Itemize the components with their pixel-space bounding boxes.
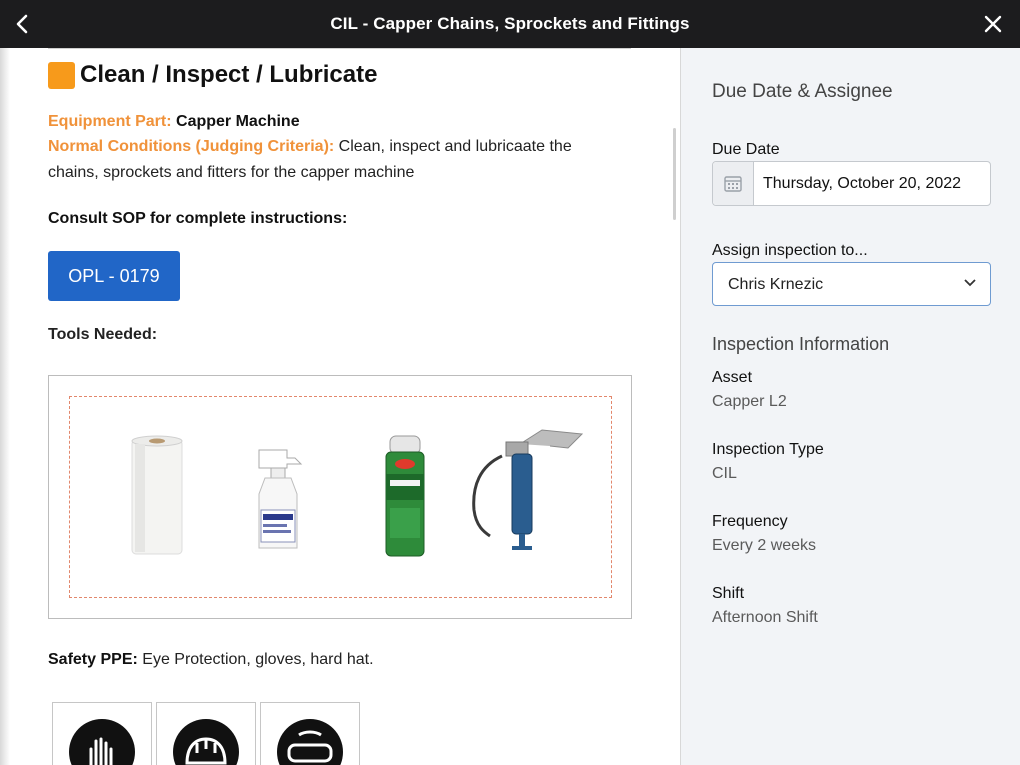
assignee-value: Chris Krnezic	[728, 276, 824, 293]
close-icon[interactable]	[980, 11, 1006, 37]
equipment-part: Equipment Part: Capper Machine	[48, 113, 300, 130]
gloves-icon	[69, 719, 135, 765]
shift-value: Afternoon Shift	[712, 609, 818, 626]
info-heading: Inspection Information	[712, 334, 890, 354]
tools-image	[48, 375, 632, 619]
asset-label: Asset	[712, 369, 753, 386]
modal-title: CIL - Capper Chains, Sprockets and Fitti…	[330, 14, 690, 33]
tools-label: Tools Needed:	[48, 326, 158, 343]
opl-button[interactable]: OPL - 0179	[48, 251, 180, 301]
due-date-value: Thursday, October 20, 2022	[763, 175, 962, 192]
frequency-value: Every 2 weeks	[712, 537, 817, 554]
chevron-down-icon	[964, 279, 976, 287]
chain-lube-can	[385, 435, 425, 557]
task-details-panel: Clean / Inspect / Lubricate Equipment Pa…	[0, 48, 680, 765]
calendar-icon	[724, 176, 742, 192]
frequency-label: Frequency	[712, 513, 788, 530]
grease-gun	[472, 429, 584, 550]
sop-text: Consult SOP for complete instructions:	[48, 210, 348, 227]
due-heading: Due Date & Assignee	[712, 81, 893, 102]
normal-conditions: Normal Conditions (Judging Criteria): Cl…	[48, 138, 572, 181]
scrollbar[interactable]	[673, 128, 676, 220]
due-date-label: Due Date	[712, 141, 780, 158]
inspection-type-label: Inspection Type	[712, 441, 824, 458]
assignee-select[interactable]: Chris Krnezic	[712, 262, 991, 306]
paper-towel-roll	[131, 435, 183, 555]
assign-label: Assign inspection to...	[712, 242, 868, 259]
hard-hat-icon	[173, 719, 239, 765]
orange-square-icon	[48, 61, 75, 89]
ppe-hard-hat	[156, 702, 256, 765]
assignment-sidebar: Due Date & Assignee Due Date Thursday, O…	[680, 48, 1020, 765]
top-bar: CIL - Capper Chains, Sprockets and Fitti…	[0, 0, 1020, 48]
divider	[48, 48, 631, 49]
inspection-type-value: CIL	[712, 465, 737, 482]
safety-ppe: Safety PPE: Eye Protection, gloves, hard…	[48, 651, 374, 668]
task-heading: Clean / Inspect / Lubricate	[48, 61, 377, 89]
shift-label: Shift	[712, 585, 745, 602]
ppe-goggles	[260, 702, 360, 765]
ppe-gloves	[52, 702, 152, 765]
safety-goggles-icon	[277, 719, 343, 765]
asset-value: Capper L2	[712, 393, 787, 410]
due-date-field[interactable]: Thursday, October 20, 2022	[712, 161, 991, 206]
spray-bottle	[258, 449, 303, 549]
